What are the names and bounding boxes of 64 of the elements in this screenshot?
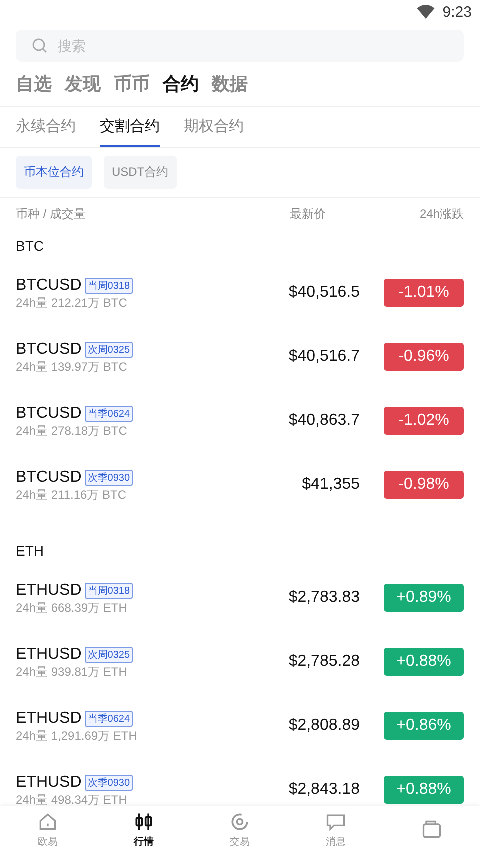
price-text: $40,516.5 <box>288 284 360 302</box>
filter-chip[interactable]: 币本位合约 <box>16 156 92 189</box>
sub-tab[interactable]: 交割合约 <box>100 107 160 147</box>
contract-symbol: ETHUSD <box>16 581 82 601</box>
price-text: $2,843.18 <box>288 781 360 799</box>
nav-item[interactable]: 欧易 <box>0 806 96 853</box>
wallet-icon <box>421 818 443 840</box>
group-label: BTC <box>16 238 44 254</box>
column-header: 24h涨跌 <box>418 206 464 222</box>
expiry-tag: 次季0930 <box>84 775 134 791</box>
volume-text: 24h量 139.97万 BTC <box>16 360 128 374</box>
contract-symbol: ETHUSD <box>16 773 82 793</box>
nav-item[interactable]: 行情 <box>96 806 192 853</box>
expiry-tag: 当季0624 <box>84 406 134 422</box>
change-badge: +0.88% <box>384 776 464 804</box>
sub-tab[interactable]: 期权合约 <box>184 107 244 147</box>
main-tab[interactable]: 合约 <box>163 72 199 106</box>
change-badge: -1.02% <box>384 407 464 435</box>
change-badge: +0.86% <box>384 712 464 740</box>
column-header: 币种 / 成交量 <box>16 206 88 222</box>
price-text: $40,863.7 <box>288 412 360 430</box>
filter-chip[interactable]: USDT合约 <box>104 156 177 189</box>
volume-text: 24h量 498.34万 ETH <box>16 793 128 807</box>
volume-text: 24h量 668.39万 ETH <box>16 601 128 615</box>
price-text: $2,785.28 <box>288 653 360 671</box>
change-badge: -0.98% <box>384 471 464 499</box>
search-field[interactable]: 搜索 <box>16 30 464 62</box>
main-tab[interactable]: 发现 <box>65 72 101 106</box>
contract-symbol: BTCUSD <box>16 276 82 296</box>
volume-text: 24h量 278.18万 BTC <box>16 424 128 438</box>
price-text: $2,783.83 <box>288 589 360 607</box>
expiry-tag: 次周0325 <box>84 647 134 663</box>
volume-text: 24h量 212.21万 BTC <box>16 296 128 310</box>
change-badge: -0.96% <box>384 343 464 371</box>
contract-symbol: ETHUSD <box>16 645 82 665</box>
volume-text: 24h量 939.81万 ETH <box>16 665 128 679</box>
contract-symbol: BTCUSD <box>16 468 82 488</box>
expiry-tag: 当周0318 <box>84 278 134 294</box>
change-badge: -1.01% <box>384 279 464 307</box>
status-time: 9:23 <box>442 4 472 20</box>
sub-tab[interactable]: 永续合约 <box>16 107 76 147</box>
change-badge: +0.88% <box>384 648 464 676</box>
contract-symbol: BTCUSD <box>16 404 82 424</box>
main-tab[interactable]: 币币 <box>114 72 150 106</box>
expiry-tag: 当周0318 <box>84 583 134 599</box>
expiry-tag: 当季0624 <box>84 711 134 727</box>
price-text: $41,355 <box>302 476 360 494</box>
change-badge: +0.89% <box>384 584 464 612</box>
volume-text: 24h量 1,291.69万 ETH <box>16 729 138 743</box>
main-tab[interactable]: 数据 <box>212 72 248 106</box>
contract-symbol: ETHUSD <box>16 709 82 729</box>
volume-text: 24h量 211.16万 BTC <box>16 488 128 502</box>
price-text: $40,516.7 <box>288 348 360 366</box>
contract-symbol: BTCUSD <box>16 340 82 360</box>
expiry-tag: 次季0930 <box>84 470 134 486</box>
nav-item[interactable]: 交易 <box>192 806 288 853</box>
search-icon <box>32 38 48 54</box>
expiry-tag: 次周0325 <box>84 342 134 358</box>
price-text: $2,808.89 <box>288 717 360 735</box>
nav-item[interactable]: 消息 <box>288 806 384 853</box>
group-label: ETH <box>16 542 44 558</box>
main-tab[interactable]: 自选 <box>16 72 52 106</box>
column-header: 最新价 <box>289 206 326 222</box>
wifi-icon <box>416 5 435 19</box>
